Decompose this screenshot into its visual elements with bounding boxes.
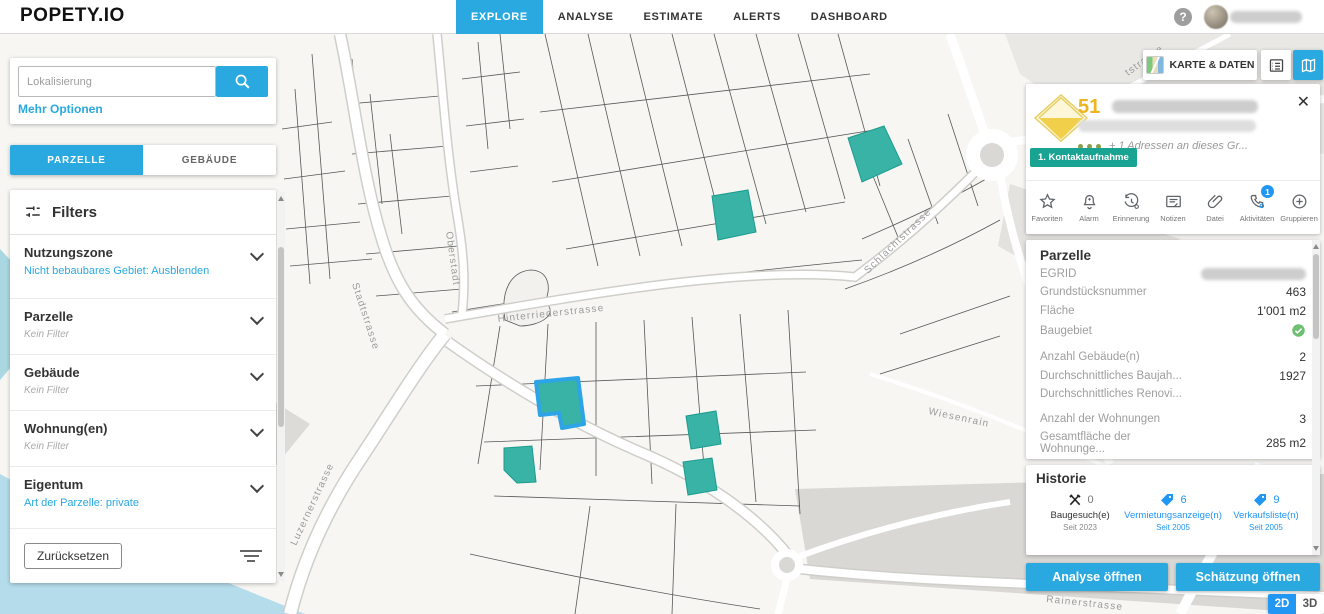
historie-section-title: Historie	[1036, 471, 1310, 486]
karte-daten-button[interactable]: KARTE & DATEN	[1143, 50, 1257, 80]
teal-parcel[interactable]	[686, 411, 721, 449]
panel-scrollbar[interactable]	[1312, 240, 1320, 555]
nav-tab-estimate[interactable]: ESTIMATE	[629, 0, 719, 34]
nav-tab-explore[interactable]: EXPLORE	[456, 0, 543, 34]
bell-plus-icon	[1080, 192, 1099, 211]
dimension-toggle: 2D 3D	[1268, 594, 1324, 614]
address-blurred	[1112, 100, 1258, 113]
karte-daten-label: KARTE & DATEN	[1170, 59, 1255, 71]
check-circle-icon	[1291, 323, 1306, 338]
filter-subtitle: Kein Filter	[24, 441, 262, 452]
teal-parcel[interactable]	[683, 458, 717, 495]
historie-vermietung[interactable]: 6 Vermietungsanzeige(n) Seit 2005	[1124, 492, 1222, 532]
tab-gebaeude[interactable]: GEBÄUDE	[143, 145, 276, 175]
filter-nutzungszone[interactable]: Nutzungszone Nicht bebaubares Gebiet: Au…	[10, 234, 276, 298]
historie-baugesuche[interactable]: 0 Baugesuch(e) Seit 2023	[1036, 492, 1124, 532]
nav-tab-dashboard[interactable]: DASHBOARD	[796, 0, 903, 34]
open-analysis-button[interactable]: Analyse öffnen	[1026, 563, 1168, 591]
sidebar-scrollbar[interactable]	[277, 192, 285, 581]
group-action[interactable]: Gruppieren	[1278, 181, 1320, 234]
parcel-header-card: 51 + 1 Adressen an dieses Gr... 1. Konta…	[1026, 84, 1320, 234]
file-action[interactable]: Datei	[1194, 181, 1236, 234]
avatar[interactable]	[1204, 5, 1228, 29]
map-view-button[interactable]	[1293, 50, 1323, 80]
parcel-actions-row: Favoriten Alarm Erinnerung Notizen Datei…	[1026, 180, 1320, 234]
nav-tab-alerts[interactable]: ALERTS	[718, 0, 796, 34]
detail-row-egrid: EGRID	[1040, 268, 1306, 280]
list-icon	[1268, 57, 1285, 74]
reminder-action[interactable]: Erinnerung	[1110, 181, 1152, 234]
activities-count-badge: 1	[1261, 185, 1274, 198]
filter-subtitle: Kein Filter	[24, 385, 262, 396]
detail-row: Grundstücksnummer 463	[1040, 285, 1306, 299]
historie-card: Historie 0 Baugesuch(e) Seit 2023 6 Verm…	[1026, 465, 1320, 555]
detail-row: Anzahl der Wohnungen 3	[1040, 412, 1306, 426]
more-options-link[interactable]: Mehr Optionen	[18, 102, 103, 116]
map-thumbnail-icon	[1146, 56, 1164, 74]
nav-tab-analyse[interactable]: ANALYSE	[543, 0, 629, 34]
teal-parcel[interactable]	[712, 190, 756, 240]
detail-row: Durchschnittliches Baujah... 1927	[1040, 369, 1306, 383]
username-blurred	[1230, 11, 1302, 23]
parzelle-details-card: Parzelle EGRID Grundstücksnummer 463 Flä…	[1026, 240, 1320, 459]
activities-action[interactable]: 1 Aktivitäten	[1236, 181, 1278, 234]
filter-wohnungen[interactable]: Wohnung(en) Kein Filter	[10, 410, 276, 466]
parzelle-section-title: Parzelle	[1040, 248, 1306, 263]
detail-row: Gesamtfläche der Wohnunge... 285 m2	[1040, 431, 1306, 455]
search-input[interactable]	[18, 66, 216, 97]
toggle-2d[interactable]: 2D	[1268, 594, 1296, 614]
popety-logo: POPETY.IO	[20, 5, 125, 27]
filter-eigentum[interactable]: Eigentum Art der Parzelle: private	[10, 466, 276, 528]
search-button[interactable]	[216, 66, 268, 97]
filters-panel: Filters Nutzungszone Nicht bebaubares Ge…	[10, 190, 276, 583]
history-clock-icon	[1122, 192, 1141, 211]
star-icon	[1038, 192, 1057, 211]
paperclip-icon	[1206, 192, 1225, 211]
search-icon	[234, 73, 251, 90]
tag-icon	[1159, 492, 1175, 508]
reset-filters-button[interactable]: Zurücksetzen	[24, 543, 122, 569]
top-navigation-bar: POPETY.IO EXPLORE ANALYSE ESTIMATE ALERT…	[0, 0, 1324, 34]
tune-icon	[24, 203, 42, 221]
circle-plus-icon	[1290, 192, 1309, 211]
search-card: Mehr Optionen	[10, 58, 276, 124]
parcel-number: 51	[1078, 96, 1100, 119]
map-icon	[1300, 57, 1317, 74]
filter-gebaeude[interactable]: Gebäude Kein Filter	[10, 354, 276, 410]
close-icon[interactable]: ✕	[1297, 92, 1310, 112]
detail-row: Fläche 1'001 m2	[1040, 304, 1306, 318]
notes-action[interactable]: Notizen	[1152, 181, 1194, 234]
filter-subtitle: Art der Parzelle: private	[24, 497, 262, 509]
detail-row: Durchschnittliches Renovi...	[1040, 388, 1306, 400]
open-estimation-button[interactable]: Schätzung öffnen	[1176, 563, 1320, 591]
contact-status-badge[interactable]: 1. Kontaktaufnahme	[1030, 148, 1137, 167]
tools-icon	[1067, 492, 1083, 508]
detail-row: Anzahl Gebäude(n) 2	[1040, 350, 1306, 364]
note-icon	[1164, 192, 1183, 211]
toggle-3d[interactable]: 3D	[1296, 594, 1324, 614]
parcel-building-tabs: PARZELLE GEBÄUDE	[10, 145, 276, 175]
detail-row-baugebiet: Baugebiet	[1040, 323, 1306, 338]
filter-subtitle: Kein Filter	[24, 329, 262, 340]
main-nav: EXPLORE ANALYSE ESTIMATE ALERTS DASHBOAR…	[456, 0, 903, 34]
historie-verkauf[interactable]: 9 Verkaufsliste(n) Seit 2005	[1222, 492, 1310, 532]
list-view-button[interactable]	[1261, 50, 1291, 80]
tab-parzelle[interactable]: PARZELLE	[10, 145, 143, 175]
egrid-value-blurred	[1201, 268, 1306, 280]
filters-title: Filters	[52, 204, 97, 221]
filter-funnel-icon[interactable]	[240, 547, 262, 565]
filter-parzelle[interactable]: Parzelle Kein Filter	[10, 298, 276, 354]
favorites-action[interactable]: Favoriten	[1026, 181, 1068, 234]
alarm-action[interactable]: Alarm	[1068, 181, 1110, 234]
tag-icon	[1252, 492, 1268, 508]
help-icon[interactable]: ?	[1174, 8, 1192, 26]
filter-subtitle: Nicht bebaubares Gebiet: Ausblenden	[24, 265, 262, 277]
address-line2-blurred	[1078, 120, 1256, 132]
